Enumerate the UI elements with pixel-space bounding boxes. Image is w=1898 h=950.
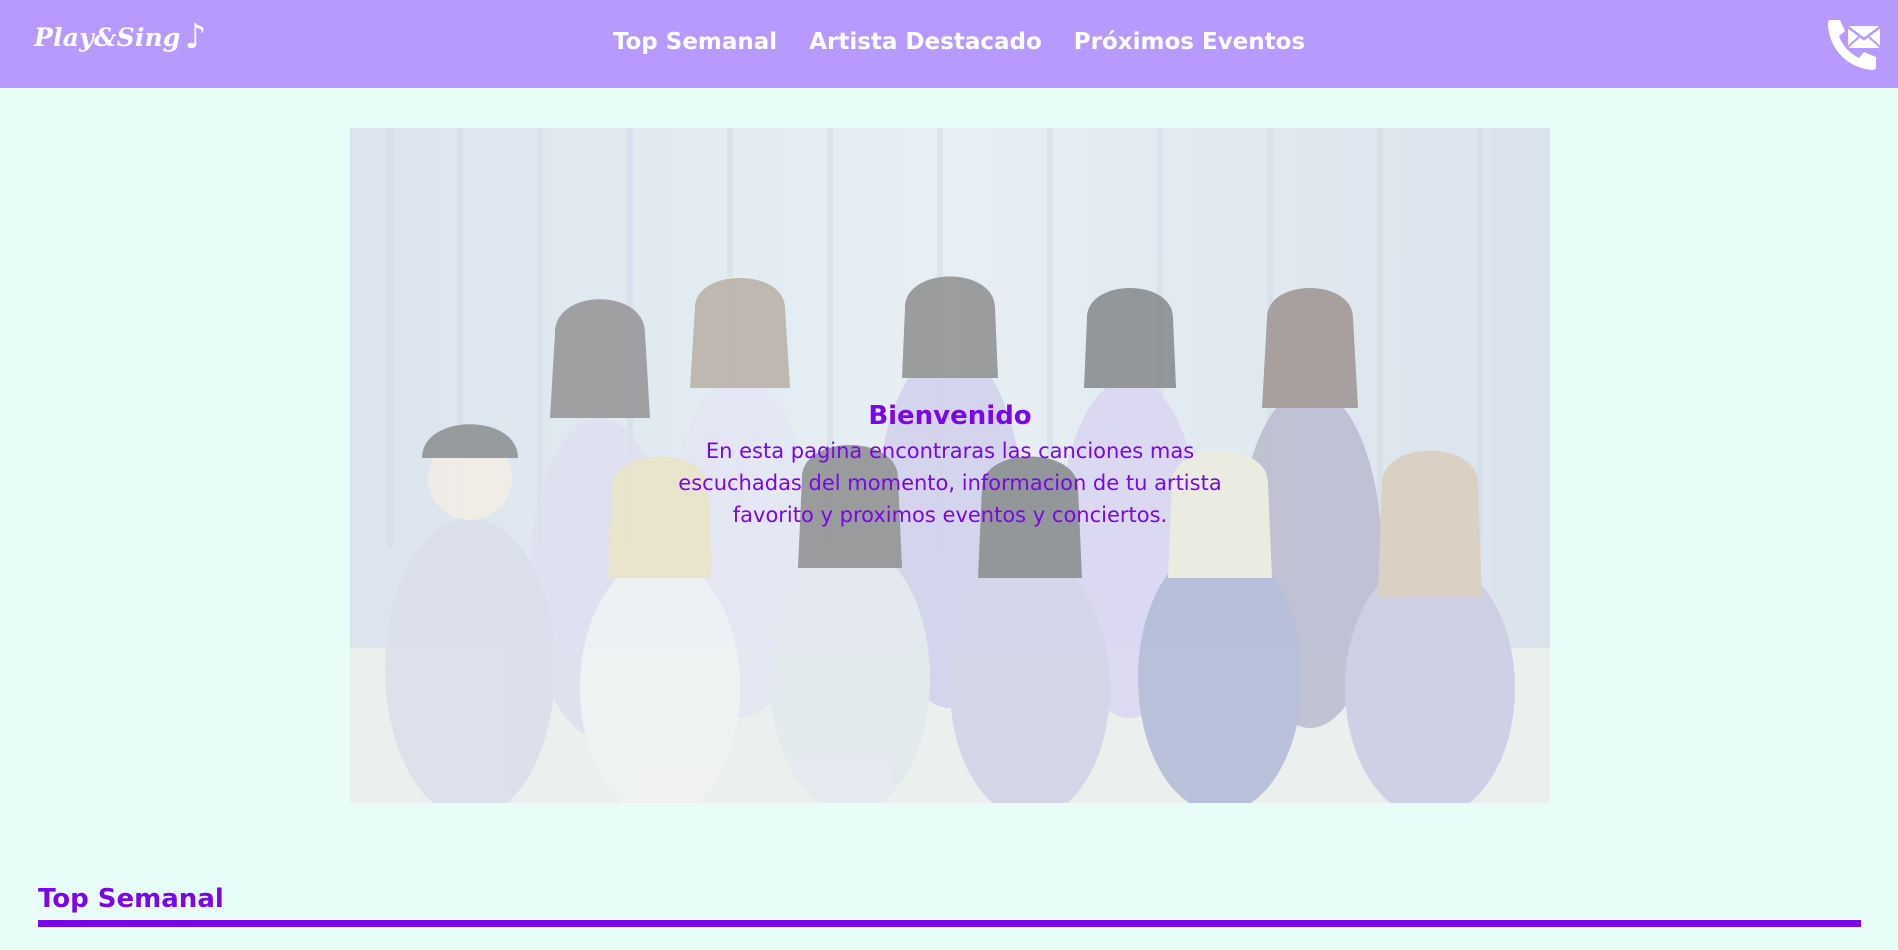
nav-link-proximos-eventos[interactable]: Próximos Eventos — [1074, 29, 1305, 55]
nav-link-top-semanal[interactable]: Top Semanal — [613, 29, 777, 55]
main-nav: Top Semanal Artista Destacado Próximos E… — [0, 29, 1898, 55]
hero-caption: Bienvenido En esta pagina encontraras la… — [650, 400, 1250, 531]
nav-link-artista-destacado[interactable]: Artista Destacado — [809, 29, 1042, 55]
section-title-top-semanal: Top Semanal — [38, 884, 224, 914]
hero-title: Bienvenido — [868, 401, 1032, 431]
hero-banner: Bienvenido En esta pagina encontraras la… — [350, 128, 1550, 803]
contact-button[interactable] — [1826, 18, 1882, 70]
phone-mail-icon — [1828, 20, 1881, 70]
hero-description: En esta pagina encontraras las canciones… — [678, 438, 1222, 527]
section-divider — [38, 920, 1861, 927]
top-navbar: Play&Sing ♪ Top Semanal Artista Destacad… — [0, 0, 1898, 88]
